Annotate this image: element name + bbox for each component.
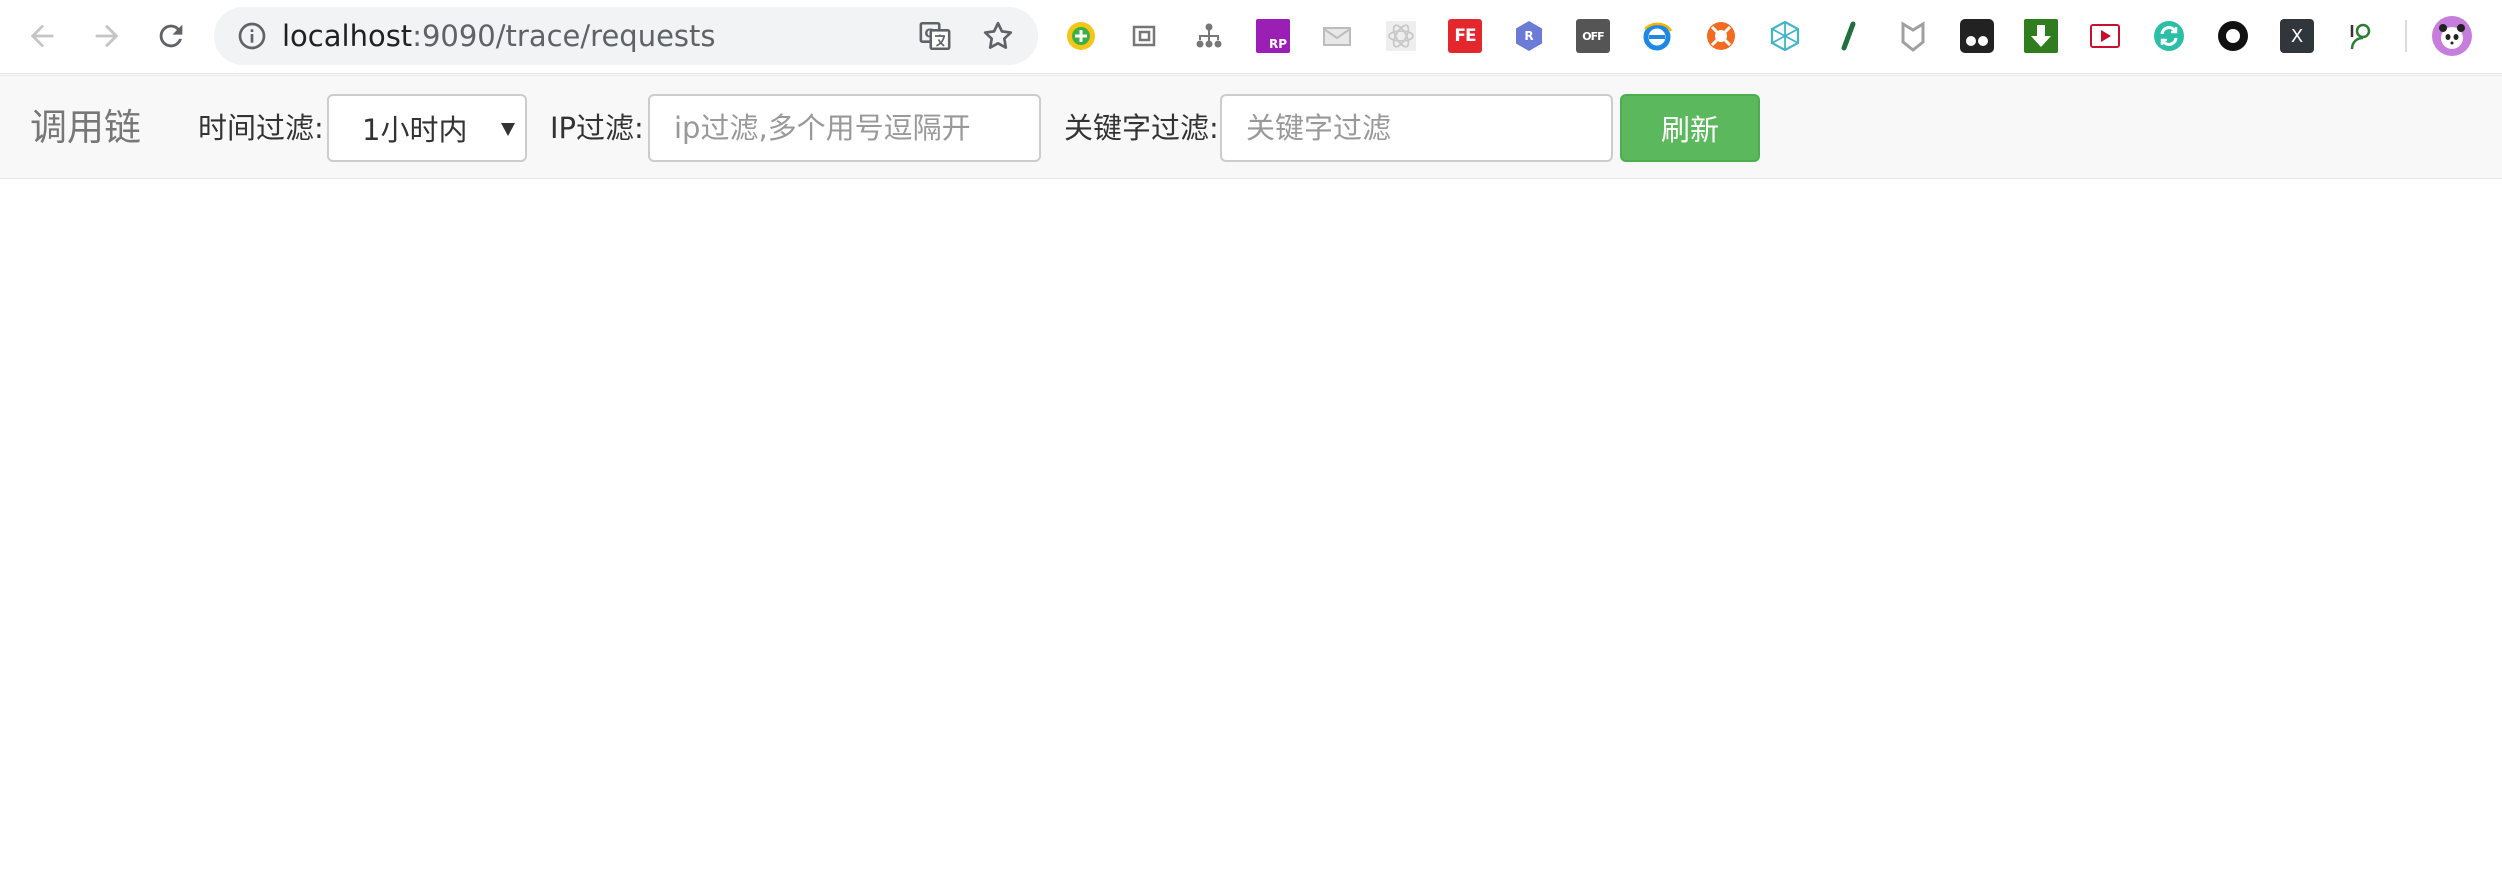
axure-rp-icon[interactable]: RP — [1256, 19, 1290, 53]
toolbar-divider — [2405, 20, 2407, 52]
dropdown-caret-icon — [501, 123, 515, 136]
user-icon[interactable] — [2344, 19, 2378, 53]
refresh-sync-icon[interactable] — [2152, 19, 2186, 53]
off-toggle-icon[interactable]: OFF — [1576, 19, 1610, 53]
address-bar[interactable]: localhost:9090/trace/requests G — [214, 7, 1038, 65]
panda-avatar-icon — [2439, 24, 2465, 49]
ip-filter-input[interactable] — [648, 94, 1041, 162]
translate-icon[interactable]: G — [918, 19, 952, 53]
profile-avatar[interactable] — [2432, 16, 2472, 56]
r-extension-label: R — [1524, 29, 1534, 43]
arrow-left-icon — [30, 24, 54, 48]
network-icon[interactable] — [1768, 19, 1802, 53]
keyword-filter-label: 关键字过滤: — [1064, 111, 1219, 145]
sitemap-icon[interactable] — [1192, 19, 1226, 53]
time-filter-value: 1小时内 — [362, 113, 468, 147]
reload-icon — [159, 24, 183, 48]
keyword-filter-input[interactable] — [1220, 94, 1613, 162]
x-icon[interactable]: X — [2280, 19, 2314, 53]
reload-button[interactable] — [149, 14, 193, 58]
off-toggle-label: OFF — [1582, 29, 1604, 43]
download-icon[interactable] — [2024, 19, 2058, 53]
r-extension-icon[interactable]: R — [1512, 19, 1546, 53]
refresh-button[interactable]: 刷新 — [1620, 94, 1760, 162]
url-path: :9090/trace/requests — [412, 19, 716, 53]
react-devtools-icon[interactable] — [1384, 19, 1418, 53]
youtube-icon[interactable] — [2088, 19, 2122, 53]
navbar-brand[interactable]: 调用链 — [30, 104, 141, 152]
fehelper-icon[interactable]: FE — [1448, 19, 1482, 53]
time-filter-label: 时间过滤: — [198, 111, 324, 145]
web-capture-icon[interactable] — [1128, 19, 1162, 53]
browser-toolbar: localhost:9090/trace/requests G RP FE R … — [0, 0, 2502, 74]
360-safe-icon[interactable] — [1064, 19, 1098, 53]
bookmark-star-icon[interactable] — [980, 18, 1016, 54]
url-host: localhost — [282, 19, 413, 53]
fehelper-label: FE — [1454, 26, 1476, 46]
axure-rp-label: RP — [1268, 37, 1287, 51]
lifebuoy-icon[interactable] — [1704, 19, 1738, 53]
ie-tab-icon[interactable] — [1640, 19, 1674, 53]
tampermonkey-icon[interactable] — [1960, 19, 1994, 53]
arrow-right-icon — [95, 24, 119, 48]
info-icon[interactable] — [236, 20, 268, 52]
ip-filter-label: IP过滤: — [550, 111, 644, 145]
mail-icon[interactable] — [1320, 19, 1354, 53]
forward-button[interactable] — [85, 14, 129, 58]
x-icon-label: X — [2290, 25, 2304, 47]
circle-record-icon[interactable] — [2216, 19, 2250, 53]
shield-icon[interactable] — [1896, 19, 1930, 53]
trace-navbar: 调用链 时间过滤: 1小时内 IP过滤: 关键字过滤: 刷新 — [0, 75, 2502, 179]
back-button[interactable] — [20, 14, 64, 58]
time-filter-select[interactable]: 1小时内 — [327, 94, 527, 162]
url-text: localhost:9090/trace/requests — [282, 20, 716, 52]
slash-icon[interactable] — [1832, 19, 1866, 53]
